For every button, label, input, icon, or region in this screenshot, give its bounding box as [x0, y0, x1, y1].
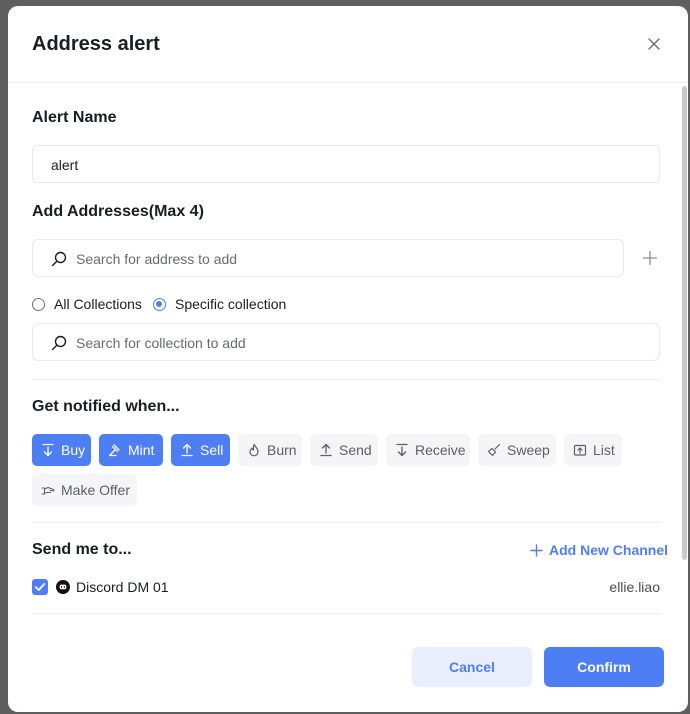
address-alert-modal: Address alert Alert Name alert Add Addre… — [8, 6, 688, 712]
flame-icon — [249, 443, 259, 457]
event-chip-receive[interactable]: Receive — [386, 434, 470, 466]
hammer-icon — [108, 444, 120, 457]
discord-icon — [56, 580, 70, 594]
event-chip-label: Send — [339, 442, 372, 458]
alert-name-label: Alert Name — [32, 109, 117, 126]
upload-arrow-icon — [320, 443, 332, 457]
channel-user: ellie.liao — [609, 579, 660, 595]
alert-name-input[interactable]: alert — [32, 145, 660, 183]
checkmark-icon — [34, 583, 46, 591]
event-chip-label: Receive — [415, 442, 466, 458]
close-icon — [648, 38, 660, 50]
hand-offer-icon — [41, 486, 55, 495]
radio-label-specific-collection: Specific collection — [175, 296, 287, 312]
broom-icon — [487, 443, 501, 457]
add-address-button[interactable] — [642, 250, 658, 266]
event-chip-label: Mint — [128, 442, 155, 458]
event-chip-label: Buy — [61, 442, 86, 458]
plus-icon — [642, 250, 658, 266]
confirm-button[interactable]: Confirm — [544, 647, 664, 687]
event-chip-list[interactable]: List — [564, 434, 622, 466]
arrow-up-icon — [181, 443, 193, 457]
event-chip-mint[interactable]: Mint — [99, 434, 163, 466]
modal-title: Address alert — [32, 33, 160, 55]
modal-header: Address alert — [8, 6, 688, 83]
add-addresses-label: Add Addresses(Max 4) — [32, 203, 204, 220]
divider — [32, 613, 660, 614]
add-new-channel-label: Add New Channel — [549, 542, 669, 558]
channel-name: Discord DM 01 — [76, 579, 169, 595]
send-to-label: Send me to... — [32, 541, 132, 558]
divider — [32, 379, 660, 380]
radio-circle-selected — [153, 297, 166, 311]
event-chip-make-offer[interactable]: Make Offer — [32, 474, 137, 506]
event-chip-label: Sell — [200, 442, 224, 458]
event-chip-label: Burn — [267, 442, 297, 458]
plus-icon — [530, 543, 543, 557]
event-chip-burn[interactable]: Burn — [238, 434, 302, 466]
event-chip-label: Sweep — [507, 442, 550, 458]
radio-circle — [32, 297, 45, 311]
list-box-icon — [573, 444, 587, 456]
collection-search-input[interactable]: Search for collection to add — [32, 323, 660, 361]
radio-all-collections[interactable]: All Collections — [32, 294, 142, 314]
notify-label: Get notified when... — [32, 398, 180, 415]
address-search-placeholder: Search for address to add — [76, 251, 238, 267]
cancel-button[interactable]: Cancel — [412, 647, 532, 687]
close-button[interactable] — [644, 34, 664, 54]
search-icon — [51, 251, 67, 267]
download-arrow-icon — [396, 443, 408, 457]
event-chip-buy[interactable]: Buy — [32, 434, 91, 466]
search-icon — [51, 335, 67, 351]
collection-search-placeholder: Search for collection to add — [76, 335, 246, 351]
radio-label-all-collections: All Collections — [54, 296, 142, 312]
event-chip-label: Make Offer — [61, 482, 130, 498]
event-chip-sell[interactable]: Sell — [171, 434, 230, 466]
event-chip-label: List — [593, 442, 615, 458]
divider — [32, 522, 660, 523]
arrow-down-icon — [42, 443, 54, 457]
add-new-channel-button[interactable]: Add New Channel — [530, 540, 668, 560]
event-chip-send[interactable]: Send — [310, 434, 378, 466]
alert-name-value: alert — [51, 157, 79, 173]
scrollbar[interactable] — [682, 86, 687, 560]
event-chip-sweep[interactable]: Sweep — [478, 434, 556, 466]
address-search-input[interactable]: Search for address to add — [32, 239, 624, 277]
radio-specific-collection[interactable]: Specific collection — [153, 294, 286, 314]
channel-checkbox[interactable] — [32, 579, 48, 595]
